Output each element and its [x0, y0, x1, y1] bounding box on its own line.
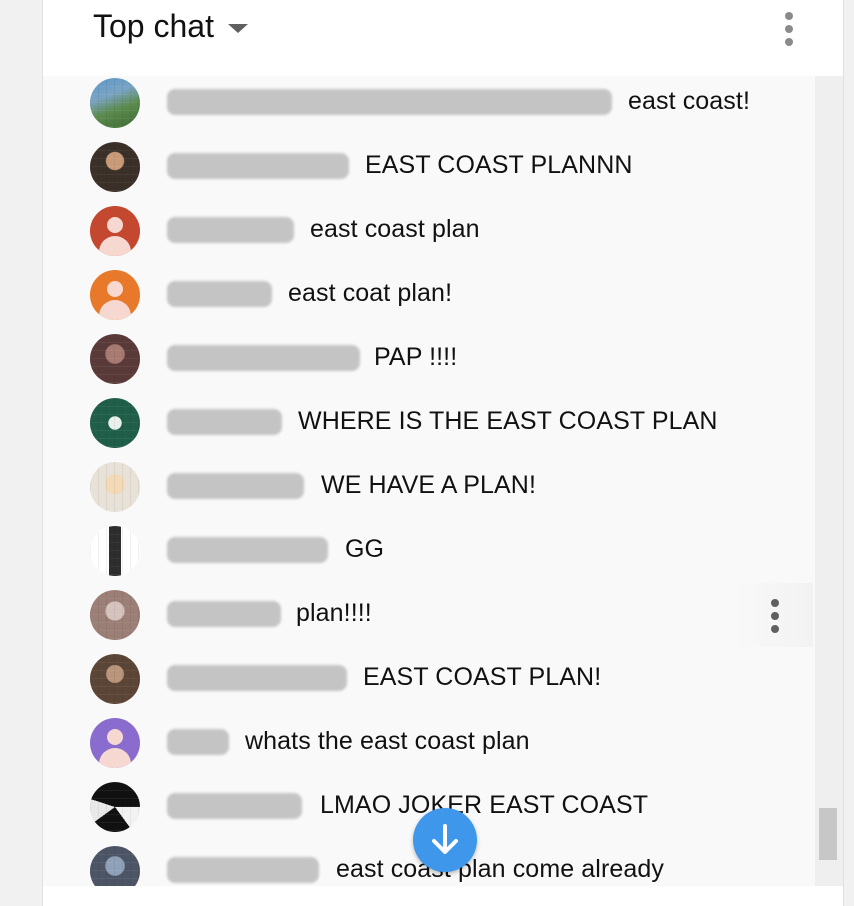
blurred-author-name	[167, 153, 349, 179]
chat-message-hovered: plan!!!!	[43, 583, 813, 647]
user-silhouette-icon	[90, 718, 140, 768]
blurred-author-name	[167, 601, 281, 627]
default-user-avatar[interactable]	[90, 206, 140, 256]
chat-panel: Top chat east coast! EAST COAST PLANNN e…	[42, 0, 844, 906]
cartoon-avatar[interactable]	[90, 462, 140, 512]
photo-avatar[interactable]	[90, 846, 140, 886]
photo-avatar[interactable]	[90, 590, 140, 640]
photo-avatar[interactable]	[90, 142, 140, 192]
blurred-author-name	[167, 857, 319, 883]
chat-message: east coat plan!	[43, 263, 813, 327]
message-text: WE HAVE A PLAN!	[321, 471, 537, 499]
message-text: EAST COAST PLANNN	[365, 151, 633, 179]
blurred-author-name	[167, 537, 328, 563]
blurred-author-name	[167, 89, 612, 115]
scroll-thumb[interactable]	[819, 808, 837, 860]
photo-avatar[interactable]	[90, 334, 140, 384]
blurred-author-name	[167, 473, 304, 499]
footer-strip	[43, 886, 843, 906]
blurred-author-name	[167, 729, 229, 755]
chat-message: east coast plan	[43, 199, 813, 263]
blurred-author-name	[167, 217, 294, 243]
message-text: east coat plan!	[288, 279, 453, 307]
chat-message: WHERE IS THE EAST COAST PLAN	[43, 391, 813, 455]
more-options-icon[interactable]	[783, 12, 795, 46]
chat-message: EAST COAST PLANNN	[43, 135, 813, 199]
message-text: WHERE IS THE EAST COAST PLAN	[298, 407, 718, 435]
dropdown-arrow-icon	[227, 24, 248, 33]
message-text: EAST COAST PLAN!	[363, 663, 602, 691]
landscape-avatar[interactable]	[90, 78, 140, 128]
chat-message: GG	[43, 519, 813, 583]
message-text: LMAO JOKER EAST COAST	[320, 791, 649, 819]
message-text: east coast!	[628, 87, 750, 115]
chat-message: EAST COAST PLAN!	[43, 647, 813, 711]
blurred-author-name	[167, 409, 282, 435]
arrow-down-icon	[432, 824, 458, 854]
blurred-author-name	[167, 793, 302, 819]
chat-mode-dropdown[interactable]: Top chat	[93, 8, 248, 45]
chat-title: Top chat	[93, 8, 214, 44]
default-user-avatar[interactable]	[90, 718, 140, 768]
message-text: PAP !!!!	[374, 343, 458, 371]
figure-avatar[interactable]	[90, 526, 140, 576]
photo-avatar[interactable]	[90, 654, 140, 704]
chat-message: whats the east coast plan	[43, 711, 813, 775]
chat-message: east coast!	[43, 76, 813, 135]
message-text: east coast plan	[310, 215, 480, 243]
chat-header: Top chat	[43, 0, 843, 76]
message-text: whats the east coast plan	[245, 727, 530, 755]
chat-message: WE HAVE A PLAN!	[43, 455, 813, 519]
black-white-avatar[interactable]	[90, 782, 140, 832]
scroll-to-bottom-button[interactable]	[413, 808, 477, 872]
blurred-author-name	[167, 665, 347, 691]
blurred-author-name	[167, 345, 360, 371]
chat-message: PAP !!!!	[43, 327, 813, 391]
green-logo-avatar[interactable]	[90, 398, 140, 448]
scrollbar[interactable]	[815, 76, 843, 886]
message-list: east coast! EAST COAST PLANNN east coast…	[43, 76, 813, 886]
user-silhouette-icon	[90, 270, 140, 320]
message-text: plan!!!!	[296, 599, 372, 627]
user-silhouette-icon	[90, 206, 140, 256]
message-text: east coast plan come already	[336, 855, 664, 883]
blurred-author-name	[167, 281, 272, 307]
default-user-avatar[interactable]	[90, 270, 140, 320]
message-text: GG	[345, 535, 385, 563]
message-menu-icon[interactable]	[769, 599, 781, 633]
